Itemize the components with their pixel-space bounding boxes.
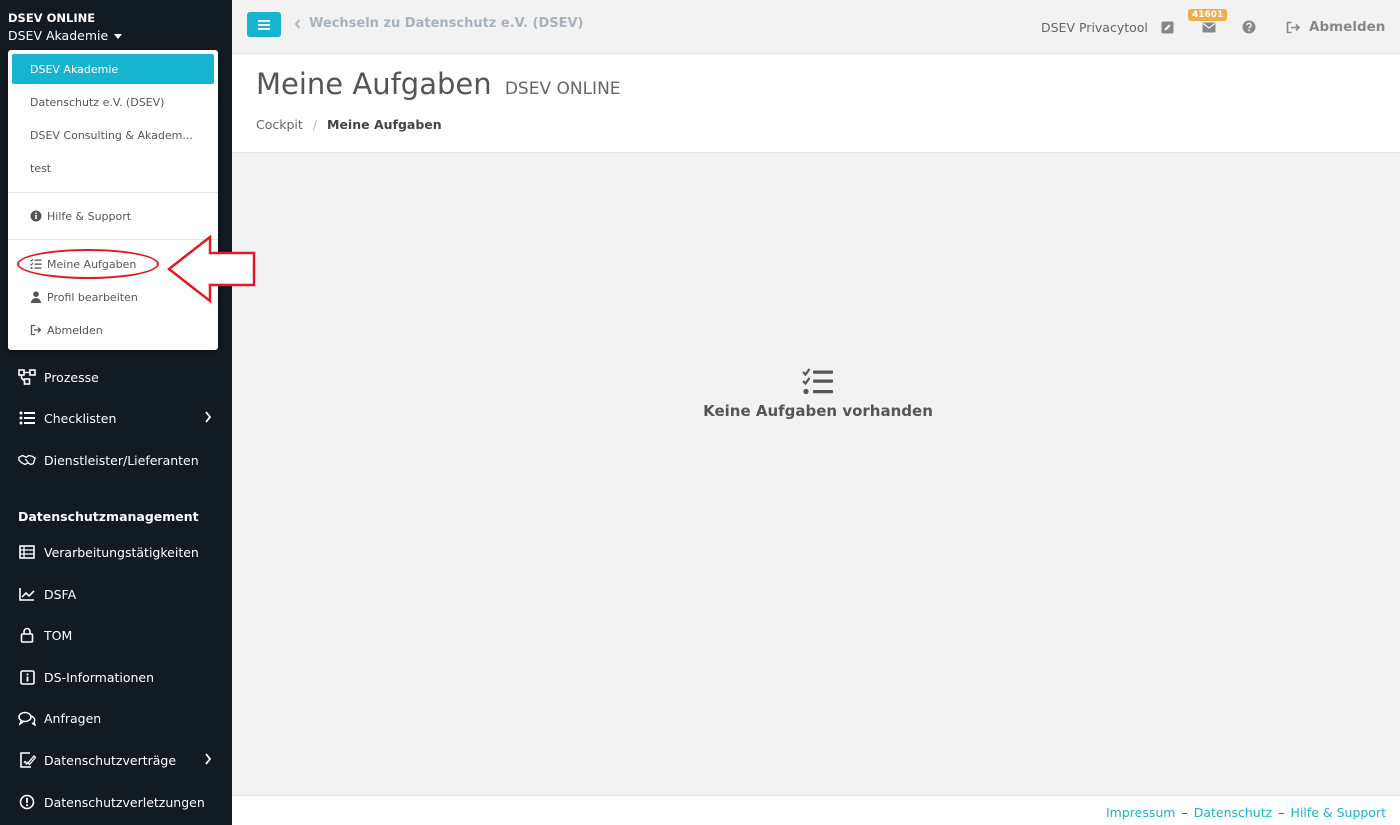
breadcrumb-item-cockpit[interactable]: Cockpit	[256, 117, 303, 132]
top-bar: Wechseln zu Datenschutz e.V. (DSEV) DSEV…	[232, 0, 1400, 54]
footer-links: Impressum – Datenschutz – Hilfe & Suppor…	[1106, 805, 1386, 820]
dropdown-org-item[interactable]: Datenschutz e.V. (DSEV)	[8, 87, 218, 117]
flow-icon	[18, 368, 36, 386]
alert-icon	[18, 793, 36, 811]
task-list-icon	[30, 258, 42, 270]
chart-line-icon	[18, 585, 36, 603]
sidebar-item-dsfa[interactable]: DSFA	[0, 574, 232, 614]
sidebar-section-title: Datenschutzmanagement	[18, 509, 199, 524]
dropdown-org-item[interactable]: test	[8, 153, 218, 183]
question-circle-icon	[1242, 20, 1256, 34]
switch-org-back-link[interactable]: Wechseln zu Datenschutz e.V. (DSEV)	[294, 16, 584, 31]
mail-count-badge: 41601	[1188, 9, 1228, 21]
sign-out-icon	[30, 324, 42, 336]
edit-icon	[1161, 21, 1174, 33]
dropdown-logout-item[interactable]: Abmelden	[8, 315, 218, 345]
sidebar-item-label: Checklisten	[44, 410, 117, 426]
sidebar-item-label: DSFA	[44, 586, 77, 602]
sidebar-item-tom[interactable]: TOM	[0, 615, 232, 655]
menu-toggle-button[interactable]	[247, 12, 281, 37]
breadcrumb-separator: /	[312, 117, 318, 132]
breadcrumb-item-current: Meine Aufgaben	[327, 117, 442, 132]
sidebar-item-checklisten[interactable]: Checklisten	[0, 398, 232, 438]
dropdown-item-label: DSEV Akademie	[30, 62, 119, 76]
app-name-label: DSEV Privacytool	[1041, 19, 1148, 35]
contract-icon	[18, 751, 36, 769]
org-title: DSEV ONLINE	[8, 11, 96, 25]
chat-icon	[18, 709, 36, 727]
sidebar-item-label: TOM	[44, 627, 73, 643]
dropdown-item-label: Meine Aufgaben	[47, 257, 137, 271]
dropdown-my-tasks-item[interactable]: Meine Aufgaben	[8, 249, 218, 279]
sign-out-icon	[1286, 21, 1300, 33]
chevron-right-icon	[204, 753, 212, 768]
footer: Impressum – Datenschutz – Hilfe & Suppor…	[232, 795, 1400, 825]
handshake-icon	[18, 451, 36, 469]
sidebar-item-verarbeitungstaetigkeiten[interactable]: Verarbeitungstätigkeiten	[0, 532, 232, 572]
org-dropdown-menu: DSEV Akademie Datenschutz e.V. (DSEV) DS…	[8, 50, 218, 350]
empty-state-message: Keine Aufgaben vorhanden	[703, 402, 933, 420]
org-switcher[interactable]: DSEV Akademie	[8, 28, 123, 43]
sidebar-item-label: Anfragen	[44, 710, 102, 726]
sidebar-item-label: Datenschutzverträge	[44, 752, 177, 768]
sidebar-item-label: Prozesse	[44, 369, 99, 385]
hamburger-icon	[258, 19, 270, 30]
user-icon	[30, 291, 42, 303]
sidebar-item-label: DS-Informationen	[44, 669, 155, 685]
logout-label: Abmelden	[1309, 19, 1386, 35]
footer-link-impressum[interactable]: Impressum	[1106, 805, 1175, 820]
sidebar-item-label: Datenschutzverletzungen	[44, 794, 205, 810]
sidebar-item-dienstleister[interactable]: Dienstleister/Lieferanten	[0, 440, 232, 480]
dropdown-item-label: Profil bearbeiten	[47, 290, 138, 304]
sidebar-item-ds-informationen[interactable]: DS-Informationen	[0, 657, 232, 697]
dropdown-divider	[8, 192, 218, 193]
dropdown-divider	[8, 239, 218, 240]
footer-link-hilfe-support[interactable]: Hilfe & Support	[1290, 805, 1386, 820]
empty-state: Keine Aufgaben vorhanden	[232, 368, 1400, 420]
dropdown-item-label: Abmelden	[47, 323, 103, 337]
app-name-link[interactable]: DSEV Privacytool	[1041, 0, 1148, 54]
sidebar-item-anfragen[interactable]: Anfragen	[0, 698, 232, 738]
dropdown-item-label: Datenschutz e.V. (DSEV)	[30, 95, 165, 109]
info-circle-icon	[30, 210, 42, 222]
footer-link-datenschutz[interactable]: Datenschutz	[1194, 805, 1273, 820]
sidebar-item-label: Dienstleister/Lieferanten	[44, 452, 199, 468]
chevron-left-icon	[294, 18, 301, 29]
footer-separator: –	[1278, 805, 1285, 820]
lock-icon	[18, 626, 36, 644]
info-icon	[18, 668, 36, 686]
help-button[interactable]	[1242, 0, 1256, 54]
dropdown-item-label: Hilfe & Support	[47, 209, 132, 223]
page-subtitle: DSEV ONLINE	[504, 79, 621, 99]
back-link-label: Wechseln zu Datenschutz e.V. (DSEV)	[309, 16, 584, 31]
org-switcher-label: DSEV Akademie	[8, 28, 109, 43]
sidebar-item-label: Verarbeitungstätigkeiten	[44, 544, 199, 560]
page-title-text: Meine Aufgaben	[256, 67, 492, 101]
caret-down-icon	[114, 34, 123, 39]
mail-icon	[1202, 22, 1216, 32]
task-list-icon	[802, 368, 833, 395]
table-icon	[18, 543, 36, 561]
sidebar-item-datenschutzverletzungen[interactable]: Datenschutzverletzungen	[0, 782, 232, 822]
topbar-logout-button[interactable]: Abmelden	[1286, 0, 1385, 54]
dropdown-org-item[interactable]: DSEV Consulting & Akadem...	[8, 120, 218, 150]
page-header: Meine Aufgaben DSEV ONLINE Cockpit / Mei…	[232, 55, 1400, 153]
page-title: Meine Aufgaben DSEV ONLINE	[256, 67, 621, 101]
dropdown-help-item[interactable]: Hilfe & Support	[8, 201, 218, 231]
footer-separator: –	[1181, 805, 1188, 820]
dropdown-item-label: test	[30, 161, 52, 175]
breadcrumb: Cockpit / Meine Aufgaben	[256, 117, 442, 132]
sidebar-item-prozesse[interactable]: Prozesse	[0, 357, 232, 397]
dropdown-org-item-active[interactable]: DSEV Akademie	[12, 54, 214, 84]
dropdown-edit-profile-item[interactable]: Profil bearbeiten	[8, 282, 218, 312]
chevron-right-icon	[204, 411, 212, 426]
list-icon	[18, 409, 36, 427]
dropdown-item-label: DSEV Consulting & Akadem...	[30, 128, 193, 142]
edit-button[interactable]	[1161, 0, 1174, 54]
sidebar-item-datenschutzvertraege[interactable]: Datenschutzverträge	[0, 740, 232, 780]
